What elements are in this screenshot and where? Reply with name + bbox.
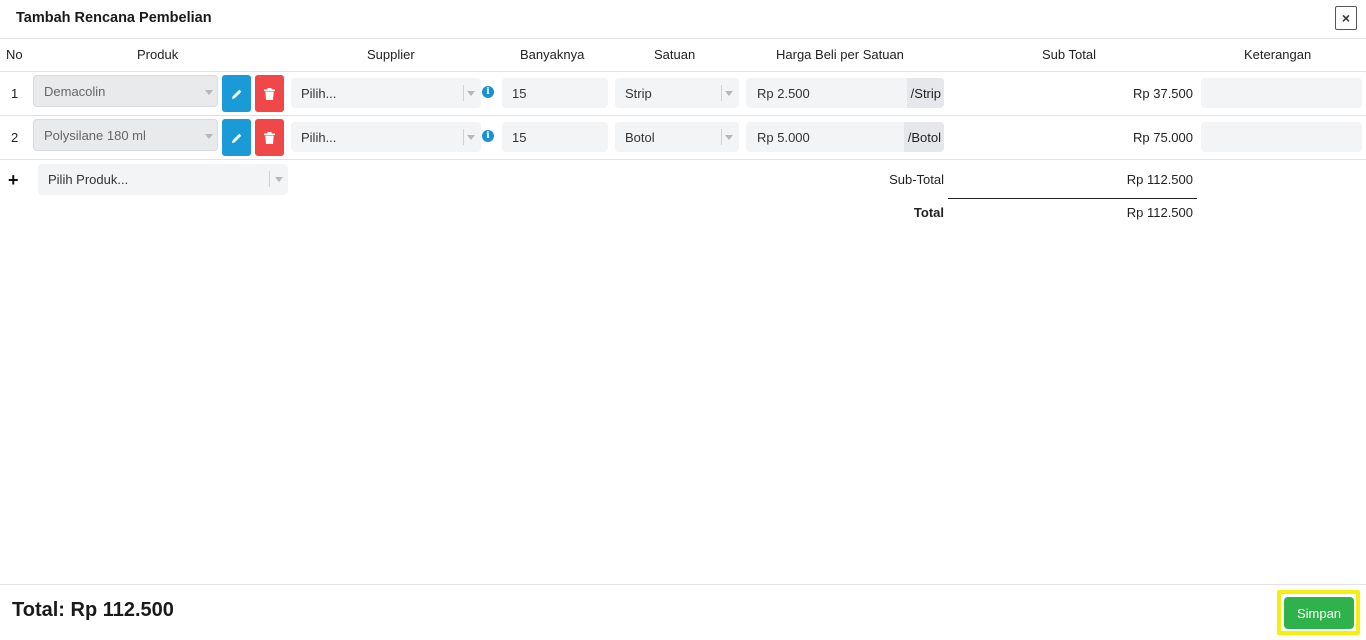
row-number: 2 xyxy=(11,130,19,145)
column-header-satuan: Satuan xyxy=(654,47,696,62)
supplier-select[interactable]: Pilih... xyxy=(291,78,481,108)
note-input[interactable] xyxy=(1201,78,1362,108)
footer-total: Total: Rp 112.500 xyxy=(12,599,174,621)
price-unit-addon: /Botol xyxy=(903,122,944,152)
add-product-placeholder: Pilih Produk... xyxy=(48,172,129,187)
delete-product-button[interactable] xyxy=(255,119,284,156)
column-header-banyaknya: Banyaknya xyxy=(520,47,585,62)
column-header-no: No xyxy=(6,47,23,62)
modal-title: Tambah Rencana Pembelian xyxy=(16,10,212,26)
chevron-down-icon xyxy=(205,134,213,139)
modal-footer: Total: Rp 112.500 Simpan xyxy=(0,584,1366,640)
total-label: Total xyxy=(913,205,944,220)
subtotal-label: Sub-Total xyxy=(889,172,944,187)
row-subtotal: Rp 75.000 xyxy=(1133,130,1193,145)
row-number: 1 xyxy=(11,86,19,101)
modal-header: Tambah Rencana Pembelian × xyxy=(0,0,1366,39)
column-header-harga: Harga Beli per Satuan xyxy=(776,47,904,62)
chevron-down-icon xyxy=(725,135,733,140)
edit-product-button[interactable] xyxy=(222,119,251,156)
summary-divider xyxy=(948,198,1197,199)
supplier-select-value: Pilih... xyxy=(301,129,337,145)
product-select[interactable]: Demacolin xyxy=(33,75,218,107)
delete-product-button[interactable] xyxy=(255,75,284,112)
quantity-value: 15 xyxy=(512,85,527,101)
subtotal-value: Rp 112.500 xyxy=(1126,172,1193,187)
product-select-value: Demacolin xyxy=(44,83,106,99)
quantity-input[interactable]: 15 xyxy=(502,122,608,152)
unit-select[interactable]: Strip xyxy=(615,78,739,108)
select-separator xyxy=(721,129,722,145)
chevron-down-icon xyxy=(467,91,475,96)
product-select-value: Polysilane 180 ml xyxy=(44,127,146,143)
price-input[interactable]: Rp 5.000 /Botol xyxy=(746,122,944,152)
chevron-down-icon xyxy=(275,177,283,182)
note-input[interactable] xyxy=(1201,122,1362,152)
price-value: Rp 5.000 xyxy=(757,130,810,145)
select-separator xyxy=(721,85,722,101)
price-input[interactable]: Rp 2.500 /Strip xyxy=(746,78,944,108)
add-product-select[interactable]: Pilih Produk... xyxy=(38,164,288,195)
column-header-subtotal: Sub Total xyxy=(1042,47,1096,62)
info-icon[interactable]: i xyxy=(482,86,494,98)
unit-select-value: Botol xyxy=(625,129,655,145)
trash-icon xyxy=(264,87,275,100)
quantity-value: 15 xyxy=(512,129,527,145)
table-header: No Produk Supplier Banyaknya Satuan Harg… xyxy=(0,39,1366,72)
column-header-supplier: Supplier xyxy=(367,47,415,62)
select-separator xyxy=(463,85,464,101)
supplier-select[interactable]: Pilih... xyxy=(291,122,481,152)
select-separator xyxy=(463,129,464,145)
supplier-select-value: Pilih... xyxy=(301,85,337,101)
pencil-icon xyxy=(231,133,241,143)
save-button[interactable]: Simpan xyxy=(1284,597,1354,629)
chevron-down-icon xyxy=(205,90,213,95)
chevron-down-icon xyxy=(725,91,733,96)
trash-icon xyxy=(264,131,275,144)
row-subtotal: Rp 37.500 xyxy=(1133,86,1193,101)
unit-select-value: Strip xyxy=(625,85,652,101)
close-icon: × xyxy=(1341,10,1351,26)
quantity-input[interactable]: 15 xyxy=(502,78,608,108)
pencil-icon xyxy=(231,89,241,99)
edit-product-button[interactable] xyxy=(222,75,251,112)
plus-icon[interactable]: + xyxy=(8,170,19,191)
price-unit-addon: /Strip xyxy=(906,78,944,108)
select-separator xyxy=(269,171,270,187)
column-header-keterangan: Keterangan xyxy=(1244,47,1312,62)
price-value: Rp 2.500 xyxy=(757,86,810,101)
table-row: 2 Polysilane 180 ml Pilih... i 15 Botol … xyxy=(0,116,1366,160)
product-select[interactable]: Polysilane 180 ml xyxy=(33,119,218,151)
chevron-down-icon xyxy=(467,135,475,140)
info-icon[interactable]: i xyxy=(482,130,494,142)
close-button[interactable]: × xyxy=(1335,6,1357,30)
unit-select[interactable]: Botol xyxy=(615,122,739,152)
total-value: Rp 112.500 xyxy=(1126,205,1193,220)
column-header-produk: Produk xyxy=(137,47,179,62)
table-row: 1 Demacolin Pilih... i 15 Strip Rp 2.500… xyxy=(0,72,1366,116)
